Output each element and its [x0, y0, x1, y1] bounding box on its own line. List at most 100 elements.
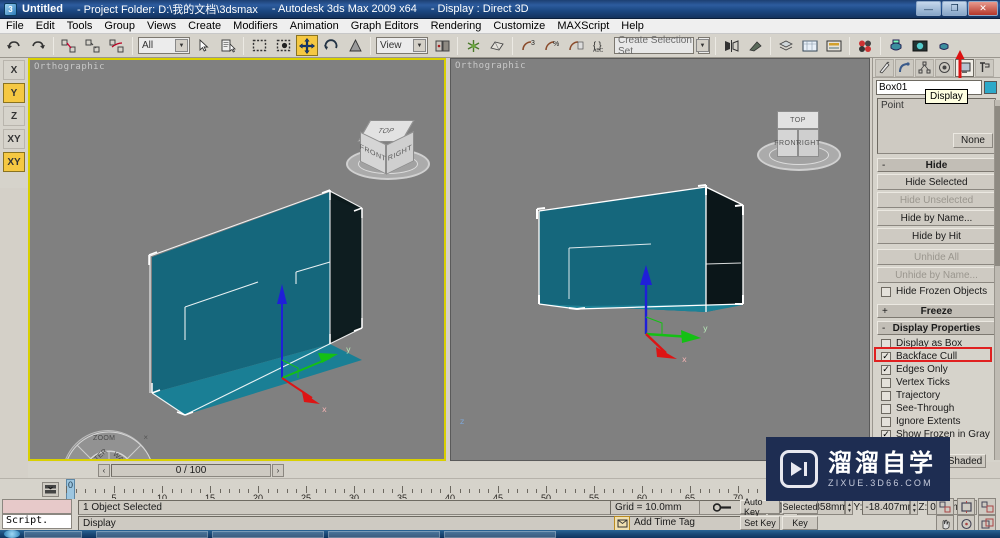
taskbar-item[interactable] [96, 531, 208, 538]
wheel-close-icon[interactable]: × [143, 433, 148, 442]
taskbar-item[interactable] [328, 531, 440, 538]
material-editor-icon[interactable] [854, 35, 876, 56]
angle-snap-icon[interactable]: 3 [517, 35, 539, 56]
align-icon[interactable] [744, 35, 766, 56]
rollout-display-properties[interactable]: - Display Properties [877, 321, 996, 335]
ignore-extents-checkbox[interactable] [881, 416, 891, 427]
display-as-box-row[interactable]: Display as Box [877, 337, 996, 350]
axis-constraint-z[interactable]: Z [3, 106, 25, 126]
undo-icon[interactable] [3, 35, 25, 56]
close-button[interactable]: ✕ [968, 1, 998, 16]
named-selection-icon[interactable]: { } ABC [589, 35, 611, 56]
key-filter-label[interactable]: Key [782, 516, 818, 530]
menu-customize[interactable]: Customize [487, 19, 551, 34]
rendered-frame-icon[interactable] [909, 35, 931, 56]
viewport-left[interactable]: Orthographic TOP FRONT RIGHT y x ZOOM CE… [28, 58, 446, 461]
axis-constraint-xy[interactable]: XY [3, 129, 25, 149]
coord-x-spinner[interactable]: ▲ ▼ [845, 500, 854, 515]
select-and-manipulate-icon[interactable] [462, 35, 484, 56]
schematic-view-icon[interactable] [823, 35, 845, 56]
selection-set-input[interactable]: Create Selection Set [614, 35, 694, 57]
rollout-hide[interactable]: - Hide [877, 158, 996, 172]
coord-y-input[interactable]: -18.407mm [862, 500, 916, 515]
percent-snap-icon[interactable]: % [541, 35, 563, 56]
mirror-icon[interactable] [720, 35, 742, 56]
axis-constraint-x[interactable]: X [3, 60, 25, 80]
vertex-ticks-checkbox[interactable] [881, 377, 891, 388]
menu-views[interactable]: Views [141, 19, 182, 34]
time-cursor[interactable]: 0 [66, 479, 75, 500]
trajectory-row[interactable]: Trajectory [877, 389, 996, 402]
menu-modifiers[interactable]: Modifiers [227, 19, 284, 34]
use-pivot-center-icon[interactable] [431, 35, 453, 56]
display-as-box-checkbox[interactable] [881, 338, 891, 349]
time-slider-handle[interactable]: 0 / 100 [111, 463, 271, 477]
maxscript-output-line[interactable] [2, 499, 72, 514]
motion-tab[interactable] [935, 58, 954, 77]
menu-tools[interactable]: Tools [61, 19, 99, 34]
zoom-all-icon[interactable] [957, 498, 975, 515]
viewport-right[interactable]: Orthographic TOP FRONT RIGHT y x z [450, 58, 870, 461]
ref-coord-system-dropdown[interactable]: View ▼ [376, 37, 428, 54]
selection-filter-dropdown[interactable]: All ▼ [138, 37, 190, 54]
menu-group[interactable]: Group [98, 19, 141, 34]
rect-select-icon[interactable] [248, 35, 270, 56]
redo-icon[interactable] [27, 35, 49, 56]
maximize-button[interactable]: ❐ [942, 1, 967, 16]
hide-unselected-button[interactable]: Hide Unselected [877, 192, 996, 208]
hide-frozen-objects-row[interactable]: Hide Frozen Objects [877, 285, 996, 298]
axis-constraint-plane-cycle[interactable]: XY [3, 152, 25, 172]
layer-manager-icon[interactable] [775, 35, 797, 56]
axis-constraint-y[interactable]: Y [3, 83, 25, 103]
time-tag-icon[interactable] [614, 516, 630, 531]
time-next-button[interactable]: › [272, 463, 284, 477]
mini-listener[interactable]: Script. [2, 499, 72, 529]
auto-key-button[interactable]: Auto Key [740, 497, 780, 517]
edges-only-checkbox[interactable]: ✓ [881, 364, 891, 375]
create-tab[interactable] [875, 58, 894, 77]
time-prev-button[interactable]: ‹ [98, 463, 110, 477]
maxscript-input-line[interactable]: Script. [2, 514, 72, 529]
select-and-move-icon[interactable] [296, 35, 318, 56]
menu-maxscript[interactable]: MAXScript [551, 19, 615, 34]
menu-rendering[interactable]: Rendering [425, 19, 488, 34]
backface-cull-checkbox[interactable]: ✓ [881, 351, 891, 362]
select-and-scale-icon[interactable] [344, 35, 366, 56]
taskbar-item[interactable] [212, 531, 324, 538]
unhide-all-button[interactable]: Unhide All [877, 249, 996, 265]
backface-cull-row[interactable]: ✓ Backface Cull [877, 350, 996, 363]
render-setup-icon[interactable] [885, 35, 907, 56]
utilities-tab[interactable] [975, 58, 994, 77]
none-button[interactable]: None [953, 133, 993, 148]
curve-editor-icon[interactable] [799, 35, 821, 56]
snap-toggle-icon[interactable] [486, 35, 508, 56]
add-time-tag-label[interactable]: Add Time Tag [634, 517, 695, 528]
bind-spacewarp-icon[interactable] [106, 35, 128, 56]
hide-selected-button[interactable]: Hide Selected [877, 174, 996, 190]
taskbar-item[interactable] [444, 531, 556, 538]
see-through-row[interactable]: See-Through [877, 402, 996, 415]
hide-by-name-button[interactable]: Hide by Name... [877, 210, 996, 226]
hide-by-hit-button[interactable]: Hide by Hit [877, 228, 996, 244]
chevron-down-icon[interactable]: ▼ [696, 39, 709, 52]
chevron-down-icon[interactable]: ▼ [175, 39, 188, 52]
object-color-swatch[interactable] [984, 81, 997, 94]
select-link-icon[interactable] [58, 35, 80, 56]
spinner-snap-icon[interactable] [565, 35, 587, 56]
scrollbar-thumb[interactable] [995, 106, 1000, 266]
start-button[interactable] [4, 530, 20, 538]
steering-wheel[interactable]: ZOOM PAN ORBIT REWIND CENTER WALK LOOK U… [62, 430, 154, 459]
modify-tab[interactable] [895, 58, 914, 77]
hide-frozen-objects-checkbox[interactable] [881, 286, 891, 297]
object-list-box[interactable]: Point None [877, 98, 996, 154]
trajectory-checkbox[interactable] [881, 390, 891, 401]
minimize-button[interactable]: — [916, 1, 941, 16]
select-object-icon[interactable] [193, 35, 215, 56]
select-by-name-icon[interactable] [217, 35, 239, 56]
vertex-ticks-row[interactable]: Vertex Ticks [877, 376, 996, 389]
command-panel-scrollbar[interactable] [994, 100, 1000, 460]
menu-file[interactable]: File [0, 19, 30, 34]
menu-animation[interactable]: Animation [284, 19, 345, 34]
selection-set-dropdown[interactable]: ▼ [696, 37, 710, 54]
key-filter-icon[interactable] [42, 482, 59, 497]
